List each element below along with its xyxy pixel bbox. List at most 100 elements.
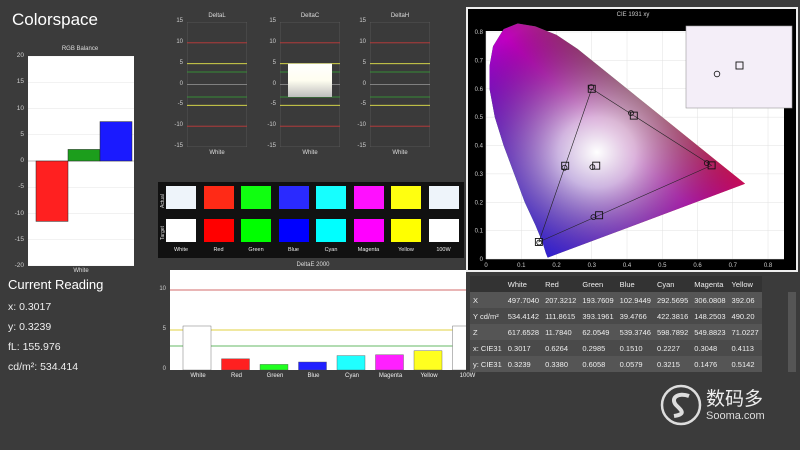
- deltae-tick-label: 10: [159, 286, 166, 292]
- swatch-target: [241, 219, 271, 242]
- rgb-balance-tick-label: -15: [14, 235, 24, 243]
- table-header-cell: White: [507, 279, 527, 289]
- table-cell: 207.3212: [545, 295, 577, 305]
- cie-y-tick: 0.3: [475, 172, 484, 178]
- table-cell: 0.5142: [731, 359, 755, 369]
- table-cell: 422.3816: [656, 311, 689, 321]
- delta-plot: [370, 22, 430, 147]
- cie-x-tick: 0.8: [764, 263, 773, 269]
- table-header-cell: Blue: [619, 279, 635, 289]
- cie-x-tick: 0.1: [517, 263, 526, 269]
- delta-bar: [288, 63, 332, 97]
- table-cell: 0.2227: [656, 343, 680, 353]
- watermark: 数码多 Sooma.com: [660, 382, 780, 432]
- delta-tick-label: -5: [270, 101, 276, 108]
- cie-x-tick: 0: [484, 263, 488, 269]
- table-cell: Z: [473, 327, 478, 337]
- delta-tick-label: 15: [176, 18, 183, 24]
- table-row: Z 617.6528 11.7840 62.0549 539.3746 598.7892 5…: [470, 324, 762, 340]
- swatch-actual: [278, 186, 309, 209]
- cie-y-tick: 0.2: [475, 200, 484, 206]
- current-reading-title: Current Reading: [8, 277, 104, 292]
- deltae-bar: [182, 325, 212, 370]
- table-cell: 193.7609: [582, 295, 614, 305]
- swatch-label: Green: [248, 247, 264, 253]
- swatch-target: [353, 219, 384, 242]
- table-cell: 71.0227: [731, 327, 759, 337]
- table-header-cell: [470, 276, 505, 292]
- deltae-x-label: Green: [266, 373, 284, 379]
- cie-x-tick: 0.3: [588, 263, 597, 269]
- cie-inset: [685, 25, 793, 109]
- swatch-target: [391, 219, 421, 242]
- swatch-label: 100W: [436, 247, 451, 253]
- table-header-cell: Red: [545, 279, 559, 289]
- rgb-balance-tick-label: 10: [16, 104, 24, 112]
- deltae-bar: [452, 325, 466, 370]
- deltae-bar: [259, 364, 289, 370]
- table-cell: 0.4113: [731, 343, 754, 353]
- cie-y-tick: 0.5: [475, 115, 484, 121]
- table-cell: 111.8615: [545, 311, 576, 321]
- deltae-bar: [298, 361, 327, 370]
- table-cell: 0.2985: [582, 343, 606, 353]
- delta-tick-label: -10: [174, 122, 183, 129]
- table-cell: 534.4142: [507, 311, 540, 321]
- deltae-title: DeltaE 2000: [296, 262, 330, 268]
- rgb-balance-plot: [28, 56, 134, 266]
- watermark-brand: 数码多: [706, 388, 764, 410]
- deltae-x-label: Red: [230, 373, 242, 379]
- swatch-actual: [391, 186, 421, 209]
- watermark-site: Sooma.com: [706, 410, 765, 422]
- swatch-actual: [203, 186, 234, 209]
- table-cell: 0.3239: [507, 359, 531, 369]
- delta-tick-label: -5: [360, 101, 366, 108]
- rgb-balance-bar-red: [35, 160, 69, 222]
- delta-panel-title: DeltaC: [300, 13, 320, 19]
- delta-tick-label: -5: [177, 101, 183, 108]
- delta-panel-title: DeltaL: [208, 13, 226, 19]
- table-row: x: CIE31 0.3017 0.6264 0.2985 0.1510 0.2227 0.…: [470, 340, 762, 356]
- deltae-x-label: White: [190, 373, 206, 379]
- swatch-target: [428, 219, 459, 242]
- delta-plot: [280, 22, 340, 147]
- rgb-balance-bar-green: [67, 149, 101, 162]
- table-cell: y: CIE31: [473, 359, 502, 369]
- rgb-balance-tick-label: -20: [14, 262, 24, 269]
- swatch-label: Blue: [287, 247, 299, 253]
- rgb-balance-chart: RGB Balance 20 15 10 5 0 -5 -10 -15 -20 White: [0, 44, 150, 284]
- swatch-label: White: [173, 247, 189, 253]
- delta-tick-label: 5: [272, 59, 276, 66]
- delta-tick-label: 10: [359, 38, 366, 45]
- color-measurement-table: White Red Green Blue Cyan Magenta Yellow X 497.7…: [470, 276, 762, 372]
- table-header-cell: Yellow: [731, 279, 753, 289]
- swatch-label: Yellow: [398, 247, 414, 253]
- delta-xlabel: White: [302, 150, 318, 156]
- reading-x: x: 0.3017: [8, 301, 52, 313]
- table-scrollbar[interactable]: [788, 292, 796, 372]
- table-header-cell: Green: [582, 279, 604, 289]
- cie-y-tick: 0.7: [475, 58, 484, 64]
- table-cell: 0.3380: [545, 359, 569, 369]
- table-row: y: CIE31 0.3239 0.3380 0.6058 0.0579 0.3215 0.…: [470, 356, 762, 372]
- table-cell: 617.6528: [507, 327, 540, 337]
- table-header-cell: Magenta: [694, 279, 724, 289]
- table-cell: 62.0549: [582, 327, 610, 337]
- swatch-target: [278, 219, 309, 242]
- rgb-balance-tick-label: -5: [18, 183, 24, 191]
- rgb-balance-tick-label: 0: [20, 157, 24, 164]
- table-cell: 0.6264: [545, 343, 569, 353]
- table-cell: 549.8823: [694, 327, 726, 337]
- table-cell: 393.1961: [582, 311, 614, 321]
- deltae-tick-label: 0: [162, 366, 166, 372]
- delta-tick-label: -10: [357, 122, 366, 129]
- table-row: X 497.7040 207.3212 193.7609 102.9449 292.569…: [470, 292, 762, 308]
- cie-y-tick: 0.6: [475, 87, 484, 93]
- deltae-tick-label: 5: [162, 326, 166, 332]
- delta-tick-label: 5: [362, 59, 366, 66]
- swatch-label: Magenta: [357, 247, 380, 253]
- delta-tick-label: -15: [357, 143, 366, 149]
- table-cell: 306.0808: [694, 295, 726, 305]
- table-cell: 11.7840: [545, 327, 572, 337]
- cie-y-tick: 0: [480, 257, 484, 263]
